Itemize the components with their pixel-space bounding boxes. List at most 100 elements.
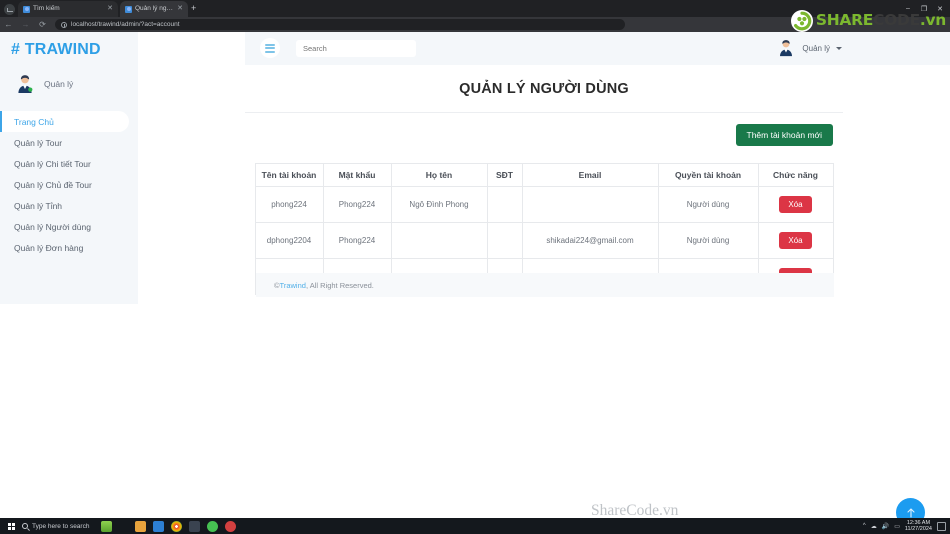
taskbar-clock[interactable]: 12:36 AM 11/27/2024 (905, 520, 932, 533)
tab-favicon (125, 5, 132, 13)
avatar (776, 38, 796, 58)
add-account-button[interactable]: Thêm tài khoản mới (735, 124, 833, 146)
sidebar-nav: Trang Chủ Quản lý Tour Quản lý Chi tiết … (0, 111, 138, 258)
table-row: phong224 Phong224 Ngô Đình Phong Người d… (254, 186, 834, 223)
column-header-action: Chức năng (757, 163, 834, 187)
cloud-icon[interactable]: ☁ (871, 523, 877, 530)
hamburger-menu-icon[interactable] (260, 38, 280, 58)
sidebar-item-label: Quản lý Chi tiết Tour (14, 158, 91, 169)
info-icon (61, 21, 67, 28)
column-header-phone: SĐT (486, 163, 523, 187)
network-icon[interactable]: ▭ (894, 523, 900, 530)
cell-phone (486, 186, 523, 223)
hamburger-line (265, 43, 275, 46)
forward-icon[interactable]: → (17, 20, 34, 29)
tab-favicon (23, 5, 30, 13)
address-bar-url: localhost/trawind/admin/?act=account (71, 21, 180, 28)
user-menu-name: Quản lý (802, 43, 830, 53)
chrome-icon[interactable] (171, 520, 183, 532)
sidebar-item-trang-chu[interactable]: Trang Chủ (0, 111, 129, 132)
sidebar-item-quan-ly-nguoi-dung[interactable]: Quản lý Người dùng (0, 216, 138, 237)
tab-title: Tìm kiếm (33, 5, 60, 12)
web-page: # TRAWIND Quản lý Trang Chủ Quản lý Tour… (0, 32, 950, 518)
taskbar-search[interactable]: Type here to search (22, 523, 89, 530)
screen: Tìm kiếm ✕ Quản lý người dùng ✕ + – ❐ ✕ … (0, 0, 950, 534)
column-header-password: Mật khẩu (322, 163, 392, 187)
watermark-top: ShareCode.vn (591, 502, 679, 518)
cell-email (521, 186, 659, 223)
table-row: dphong2204 Phong224 shikadai224@gmail.co… (254, 222, 834, 259)
topbar: Quản lý (245, 32, 950, 65)
footer-suffix: , All Right Reserved. (305, 280, 374, 290)
scroll-to-top-button[interactable] (896, 498, 925, 518)
tab-title: Quản lý người dùng (135, 5, 174, 12)
search-icon (22, 523, 28, 529)
cell-username: dphong2204 (254, 222, 324, 259)
sharecode-mark-icon (790, 10, 813, 32)
user-menu[interactable]: Quản lý (776, 38, 842, 58)
close-icon[interactable]: ✕ (177, 1, 183, 17)
footer: © Trawind, All Right Reserved. (256, 273, 834, 297)
cell-email: shikadai224@gmail.com (521, 222, 659, 259)
back-icon[interactable]: ← (0, 20, 17, 29)
arrow-up-icon (906, 507, 915, 518)
chevron-down-icon[interactable] (836, 46, 842, 50)
vscode-icon[interactable] (153, 520, 165, 532)
footer-link[interactable]: Trawind (280, 281, 306, 290)
close-icon[interactable]: ✕ (107, 1, 113, 17)
sharecode-vn-text: .vn (919, 11, 946, 30)
column-header-role: Quyền tài khoản (657, 163, 759, 187)
cell-phone (486, 222, 523, 259)
taskbar-search-label: Type here to search (32, 522, 90, 530)
sidebar: # TRAWIND Quản lý Trang Chủ Quản lý Tour… (0, 32, 138, 304)
terminal-icon[interactable] (189, 520, 201, 532)
taskbar-app-icons (101, 520, 237, 532)
tab-search-icon[interactable] (4, 3, 15, 15)
new-tab-button[interactable]: + (191, 3, 196, 14)
sidebar-item-quan-ly-tinh[interactable]: Quản lý Tỉnh (0, 195, 138, 216)
windows-icon (7, 522, 15, 530)
taskbar: Type here to search ^ ☁ 🔊 ▭ 12:36 AM 11/… (0, 518, 950, 534)
volume-icon[interactable]: 🔊 (882, 523, 889, 530)
cell-role: Người dùng (657, 222, 759, 259)
cell-action: Xóa (757, 222, 834, 259)
column-header-fullname: Họ tên (390, 163, 488, 187)
taskbar-tray: ^ ☁ 🔊 ▭ 12:36 AM 11/27/2024 (863, 520, 950, 533)
reload-icon[interactable]: ⟳ (34, 20, 51, 29)
address-bar[interactable]: localhost/trawind/admin/?act=account (55, 19, 625, 30)
clock-date: 11/27/2024 (904, 526, 932, 532)
sidebar-item-label: Quản lý Người dùng (14, 221, 91, 232)
sidebar-profile: Quản lý (0, 59, 138, 95)
delete-button[interactable]: Xóa (779, 196, 812, 213)
sidebar-item-quan-ly-don-hang[interactable]: Quản lý Đơn hàng (0, 237, 138, 258)
avatar (14, 73, 36, 95)
search-input[interactable] (296, 40, 416, 57)
sidebar-item-label: Quản lý Tỉnh (14, 200, 63, 211)
start-button[interactable] (0, 522, 22, 530)
cell-role: Người dùng (657, 186, 759, 223)
brand-logo: # TRAWIND (11, 41, 101, 58)
browser-tab-1[interactable]: Quản lý người dùng ✕ (120, 1, 188, 17)
sidebar-item-label: Trang Chủ (14, 116, 54, 127)
page-title: QUẢN LÝ NGƯỜI DÙNG (245, 65, 843, 113)
delete-button[interactable]: Xóa (779, 232, 812, 249)
sidebar-item-quan-ly-chi-tiet-tour[interactable]: Quản lý Chi tiết Tour (0, 153, 138, 174)
recorder-icon[interactable] (225, 520, 237, 532)
sidebar-item-quan-ly-tour[interactable]: Quản lý Tour (0, 132, 138, 153)
sharecode-logo: SHARECODE.vn (790, 10, 946, 32)
browser-tab-0[interactable]: Tìm kiếm ✕ (18, 1, 118, 17)
cell-action: Xóa (757, 186, 834, 223)
notifications-icon[interactable] (937, 521, 946, 531)
plant-icon[interactable] (101, 520, 113, 532)
sharecode-wordmark: SHARECODE.vn (816, 13, 946, 29)
xampp-icon[interactable] (207, 520, 219, 532)
column-header-email: Email (521, 163, 659, 187)
sidebar-item-quan-ly-chu-de-tour[interactable]: Quản lý Chủ đề Tour (0, 174, 138, 195)
sidebar-profile-name: Quản lý (44, 79, 74, 89)
cell-password: Phong224 (322, 222, 392, 259)
sidebar-item-label: Quản lý Tour (14, 137, 63, 148)
table-header-row: Tên tài khoản Mật khẩu Họ tên SĐT Email … (254, 163, 834, 187)
column-header-username: Tên tài khoản (254, 163, 324, 187)
file-explorer-icon[interactable] (135, 520, 147, 532)
show-hidden-icons[interactable]: ^ (863, 523, 866, 529)
